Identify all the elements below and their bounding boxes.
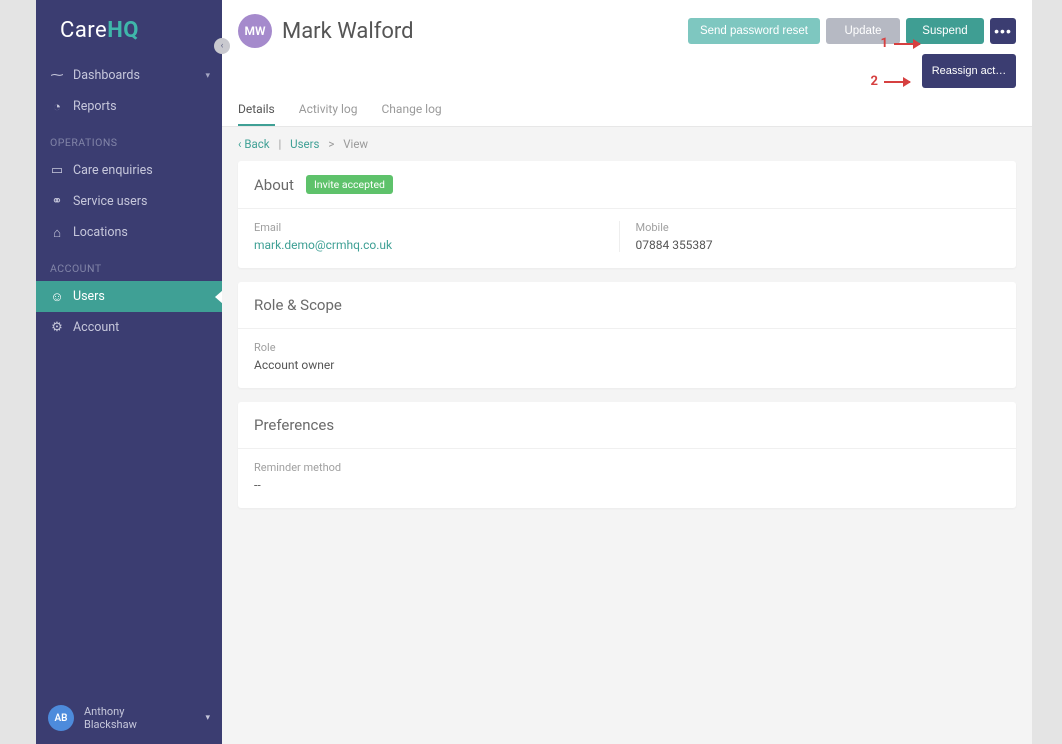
sidebar-item-label: Users: [73, 289, 105, 304]
suspend-button[interactable]: Suspend: [906, 18, 984, 44]
sidebar-item-care-enquiries[interactable]: ▭ Care enquiries: [36, 155, 222, 186]
logo[interactable]: CareHQ: [36, 0, 222, 60]
role-value: Account owner: [254, 358, 1000, 372]
sidebar-item-users[interactable]: ☺ Users: [36, 281, 222, 312]
home-icon: ⌂: [50, 225, 64, 241]
breadcrumb-users[interactable]: Users: [290, 137, 319, 151]
reminder-method-value: --: [254, 478, 1000, 492]
gear-icon: ⚙: [50, 320, 64, 335]
invite-status-badge: Invite accepted: [306, 175, 393, 194]
sidebar-item-label: Account: [73, 320, 119, 335]
mobile-value: 07884 355387: [636, 238, 1001, 252]
card-role-scope: Role & Scope Role Account owner: [238, 282, 1016, 388]
footer-user-last: Blackshaw: [84, 718, 137, 731]
clock-icon: ◔: [50, 99, 64, 115]
sidebar-item-dashboards[interactable]: ⁓ Dashboards ▾: [36, 60, 222, 91]
tab-activity-log[interactable]: Activity log: [299, 102, 358, 126]
footer-user-first: Anthony: [84, 705, 137, 718]
reminder-method-label: Reminder method: [254, 461, 1000, 474]
user-avatar: MW: [238, 14, 272, 48]
chevron-down-icon: ▾: [205, 713, 210, 723]
card-role-title: Role & Scope: [254, 296, 342, 314]
reassign-account-button[interactable]: Reassign act…: [922, 54, 1016, 88]
tab-details[interactable]: Details: [238, 102, 275, 126]
sidebar-item-label: Care enquiries: [73, 163, 153, 178]
breadcrumb-current: View: [343, 137, 368, 151]
chevron-left-icon: ‹: [238, 137, 241, 151]
card-prefs-title: Preferences: [254, 416, 334, 434]
email-value[interactable]: mark.demo@crmhq.co.uk: [254, 238, 619, 252]
logo-text-hq: HQ: [107, 18, 139, 43]
card-preferences: Preferences Reminder method --: [238, 402, 1016, 508]
sidebar-heading-operations: OPERATIONS: [36, 122, 222, 155]
sidebar-item-label: Service users: [73, 194, 147, 209]
sidebar-item-label: Reports: [73, 99, 117, 114]
sidebar-heading-account: ACCOUNT: [36, 248, 222, 281]
chevron-down-icon: ▾: [205, 71, 210, 81]
chevron-left-icon: ‹: [221, 41, 224, 51]
card-about-title: About: [254, 176, 294, 194]
sidebar-item-label: Dashboards: [73, 68, 140, 83]
page-header: MW Mark Walford Send password reset Upda…: [222, 0, 1032, 48]
logo-text-care: Care: [60, 18, 107, 43]
collapse-sidebar-button[interactable]: ‹: [214, 38, 230, 54]
sidebar-item-locations[interactable]: ⌂ Locations: [36, 217, 222, 248]
sidebar-item-account[interactable]: ⚙ Account: [36, 312, 222, 343]
chat-icon: ▭: [50, 163, 64, 178]
people-icon: ⚭: [50, 194, 64, 209]
main-content: 1 2 MW Mark Walford Send password reset …: [222, 0, 1032, 744]
sidebar-nav: ⁓ Dashboards ▾ ◔ Reports OPERATIONS ▭ Ca…: [36, 60, 222, 692]
more-actions-button[interactable]: •••: [990, 18, 1016, 44]
card-about: About Invite accepted Email mark.demo@cr…: [238, 161, 1016, 268]
page-title: Mark Walford: [282, 19, 678, 44]
send-password-reset-button[interactable]: Send password reset: [688, 18, 820, 44]
sidebar-item-reports[interactable]: ◔ Reports: [36, 91, 222, 122]
breadcrumb: ‹ Back | Users > View: [222, 127, 1032, 161]
breadcrumb-back[interactable]: ‹ Back: [238, 137, 270, 151]
sidebar-item-service-users[interactable]: ⚭ Service users: [36, 186, 222, 217]
pulse-icon: ⁓: [50, 68, 64, 83]
tab-change-log[interactable]: Change log: [382, 102, 442, 126]
sidebar: CareHQ ‹ ⁓ Dashboards ▾ ◔ Reports OPERAT…: [36, 0, 222, 744]
sidebar-item-label: Locations: [73, 225, 128, 240]
avatar: AB: [48, 705, 74, 731]
sidebar-footer-user[interactable]: AB Anthony Blackshaw ▾: [36, 692, 222, 744]
role-label: Role: [254, 341, 1000, 354]
update-button[interactable]: Update: [826, 18, 900, 44]
mobile-label: Mobile: [636, 221, 1001, 234]
user-icon: ☺: [50, 289, 64, 305]
tabs: Details Activity log Change log: [222, 88, 1032, 127]
email-label: Email: [254, 221, 619, 234]
ellipsis-icon: •••: [994, 23, 1012, 39]
